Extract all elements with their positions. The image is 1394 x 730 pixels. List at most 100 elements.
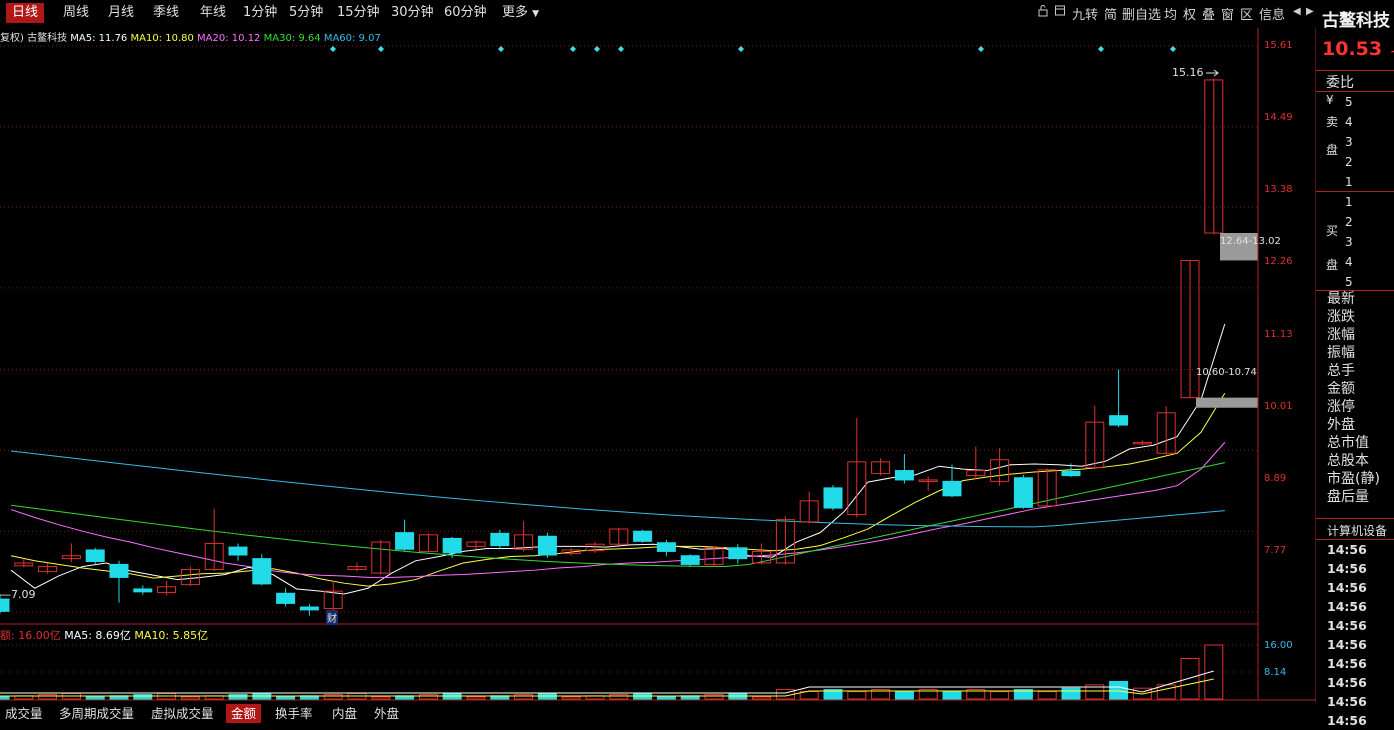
stat-pe-static: 市盈(静) [1327,471,1380,487]
sell-level[interactable]: 5 [1345,92,1353,112]
current-price-value: 10.53 [1322,38,1383,60]
price-axis-label: 10.01 [1264,401,1293,412]
amount-bar [38,694,58,700]
buy-level[interactable]: 3 [1345,232,1353,252]
tab-60min[interactable]: 60分钟 [438,3,493,23]
sell-level[interactable]: 2 [1345,152,1353,172]
buy-level[interactable]: 2 [1345,212,1353,232]
window-icon[interactable] [1054,4,1066,21]
amount-bar [85,696,105,700]
tab-multi-period-volume[interactable]: 多周期成交量 [54,704,139,723]
signal-marker [1098,46,1104,52]
zone-lower-label: 10.60-10.74 [1196,367,1257,378]
candle-down [133,588,153,593]
high-annotation: 15.16 [1172,66,1204,79]
candlestick-chart[interactable] [0,28,1316,702]
price-zone-lower [1196,397,1258,408]
buy-side-label: 买 盘 [1326,214,1338,282]
amount-bar [180,696,200,700]
sell-side-char: 盘 [1326,143,1339,157]
signal-marker [498,46,504,52]
lock-icon[interactable] [1037,4,1049,21]
tab-yearly[interactable]: 年线 [194,3,232,23]
amount-bar [228,694,248,700]
zone-upper-label: 12.64-13.02 [1220,236,1281,247]
ma60-line [10,450,1225,528]
signal-marker [978,46,984,52]
tool-window[interactable]: 窗 [1221,4,1234,23]
candle-down [299,606,319,611]
tick-time: 14:56 [1327,561,1367,576]
buy-level[interactable]: 4 [1345,252,1353,272]
tab-amount[interactable]: 金额 [226,704,262,723]
amount-bar [466,696,486,700]
tick-time: 14:56 [1327,675,1367,690]
candle-down [1061,470,1081,477]
amount-label: 额: 16.00亿 [0,629,61,642]
amount-ma5: MA5: 8.69亿 [64,629,131,642]
candle-down [276,592,296,604]
tick-time: 14:56 [1327,656,1367,671]
triangle-left-icon[interactable]: ◀ [1293,6,1301,17]
tab-weekly[interactable]: 周线 [57,3,95,23]
stat-latest: 最新 [1327,291,1355,307]
tool-info[interactable]: 信息 [1259,4,1285,23]
tool-avg[interactable]: 均 [1164,4,1177,23]
volume-axis-label: 16.00 [1264,640,1293,651]
tab-volume[interactable]: 成交量 [0,704,48,723]
ma30-line [10,462,1225,568]
tool-remove-watchlist[interactable]: 删自选 [1122,4,1161,23]
financial-report-marker[interactable]: 财 [326,610,338,625]
tab-monthly[interactable]: 月线 [102,3,140,23]
ma5-line [10,323,1226,595]
candle-down [442,537,462,554]
tool-overlay[interactable]: 叠 [1202,4,1215,23]
candle-down [633,530,653,542]
tool-jian[interactable]: 简 [1104,4,1117,23]
candle-down [1109,415,1129,426]
period-tab-bar: 日线 周线 月线 季线 年线 1分钟 5分钟 15分钟 30分钟 60分钟 更多… [0,0,1316,27]
signal-marker [330,46,336,52]
tab-30min[interactable]: 30分钟 [385,3,440,23]
tab-turnover[interactable]: 换手率 [270,704,318,723]
buy-side-char: 盘 [1326,258,1339,272]
amount-bar [752,696,772,700]
tab-1min[interactable]: 1分钟 [237,3,283,23]
sector-label[interactable]: 计算机设备 [1327,522,1387,539]
tick-time: 14:56 [1327,580,1367,595]
tab-outer-volume[interactable]: 外盘 [369,704,404,723]
tab-daily[interactable]: 日线 [6,3,45,23]
amount-bar [1109,680,1129,700]
candle-down [1013,477,1033,508]
sell-side-label: ¥ 卖 盘 [1326,92,1338,164]
buy-level[interactable]: 5 [1345,272,1353,292]
tick-time: 14:56 [1327,618,1367,633]
tool-rights[interactable]: 权 [1183,4,1196,23]
tab-15min[interactable]: 15分钟 [331,3,386,23]
price-axis-label: 14.49 [1264,112,1293,123]
tab-virtual-volume[interactable]: 虚拟成交量 [146,704,219,723]
triangle-right-icon[interactable]: ▶ [1306,6,1314,17]
amount-bar [0,696,10,700]
candle-down [894,470,914,481]
amount-bar [847,691,867,700]
tab-more[interactable]: 更多 ▼ [496,3,545,23]
amount-bar [371,696,391,700]
sell-level[interactable]: 1 [1345,172,1353,192]
quote-panel: 10.53 + 委比 ¥ 卖 盘 5 4 3 2 1 买 盘 1 2 3 4 5 … [1316,28,1394,728]
sell-level[interactable]: 3 [1345,132,1353,152]
candle-down [728,547,748,560]
tick-time: 14:56 [1327,637,1367,652]
sell-level[interactable]: 4 [1345,112,1353,132]
tab-quarterly[interactable]: 季线 [147,3,185,23]
tab-inner-volume[interactable]: 内盘 [327,704,362,723]
low-annotation: —7.09 [0,588,36,601]
tab-5min[interactable]: 5分钟 [283,3,329,23]
buy-level[interactable]: 1 [1345,192,1353,212]
tool-zone[interactable]: 区 [1240,4,1253,23]
candle-down [823,487,843,509]
stat-after-hours: 盘后量 [1327,489,1369,505]
tool-jiuzhuan[interactable]: 九转 [1072,4,1098,23]
signal-marker [378,46,384,52]
stat-limit-up: 涨停 [1327,399,1355,415]
